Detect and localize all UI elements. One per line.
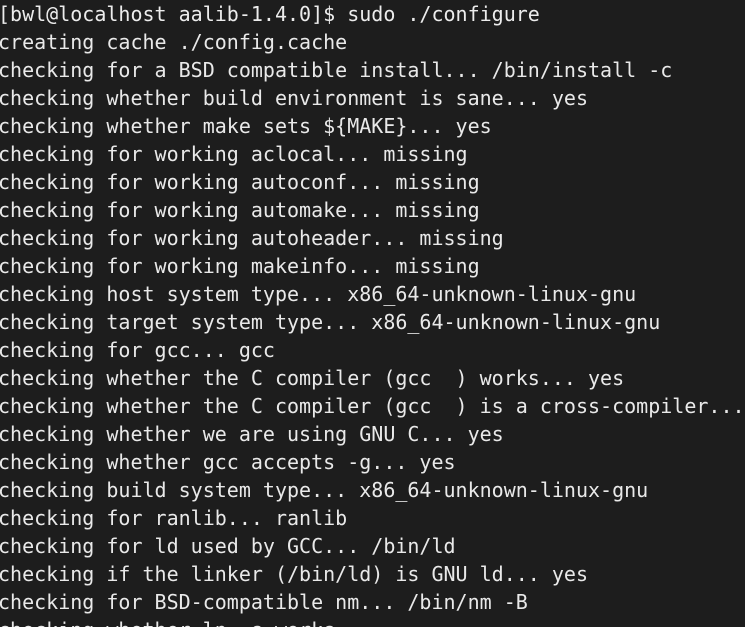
terminal-output-line: checking for a BSD compatible install...…	[0, 58, 673, 82]
terminal-output-line: checking for working automake... missing	[0, 198, 480, 222]
terminal-output-line: checking for working aclocal... missing	[0, 142, 468, 166]
terminal-output-line: checking target system type... x86_64-un…	[0, 310, 661, 334]
terminal-output-line: checking for working makeinfo... missing	[0, 254, 480, 278]
terminal-output-line: checking for ranlib... ranlib	[0, 506, 348, 530]
terminal-output-line: checking build system type... x86_64-unk…	[0, 478, 649, 502]
terminal-output-line: checking whether ln -s works	[0, 616, 745, 627]
terminal-output-line: checking host system type... x86_64-unkn…	[0, 282, 637, 306]
terminal-output-line: checking whether we are using GNU C... y…	[0, 422, 504, 446]
terminal-output-line: checking whether the C compiler (gcc ) w…	[0, 366, 625, 390]
terminal-output-line: checking for BSD-compatible nm... /bin/n…	[0, 590, 528, 614]
terminal-output[interactable]: [bwl@localhost aalib-1.4.0]$ sudo ./conf…	[0, 0, 745, 627]
terminal-output-line: checking whether gcc accepts -g... yes	[0, 450, 456, 474]
terminal-output-line: checking for working autoheader... missi…	[0, 226, 504, 250]
terminal-output-line: checking whether build environment is sa…	[0, 86, 589, 110]
terminal-output-line: checking for working autoconf... missing	[0, 170, 480, 194]
terminal-output-line: checking for ld used by GCC... /bin/ld	[0, 534, 456, 558]
terminal-output-line: checking whether make sets ${MAKE}... ye…	[0, 114, 492, 138]
terminal-output-line: checking whether the C compiler (gcc ) i…	[0, 394, 745, 418]
terminal-prompt-line: [bwl@localhost aalib-1.4.0]$ sudo ./conf…	[0, 2, 540, 26]
terminal-output-line: creating cache ./config.cache	[0, 30, 348, 54]
terminal-output-line: checking for gcc... gcc	[0, 338, 275, 362]
terminal-output-line: checking if the linker (/bin/ld) is GNU …	[0, 562, 589, 586]
terminal-window[interactable]: [bwl@localhost aalib-1.4.0]$ sudo ./conf…	[0, 0, 745, 627]
